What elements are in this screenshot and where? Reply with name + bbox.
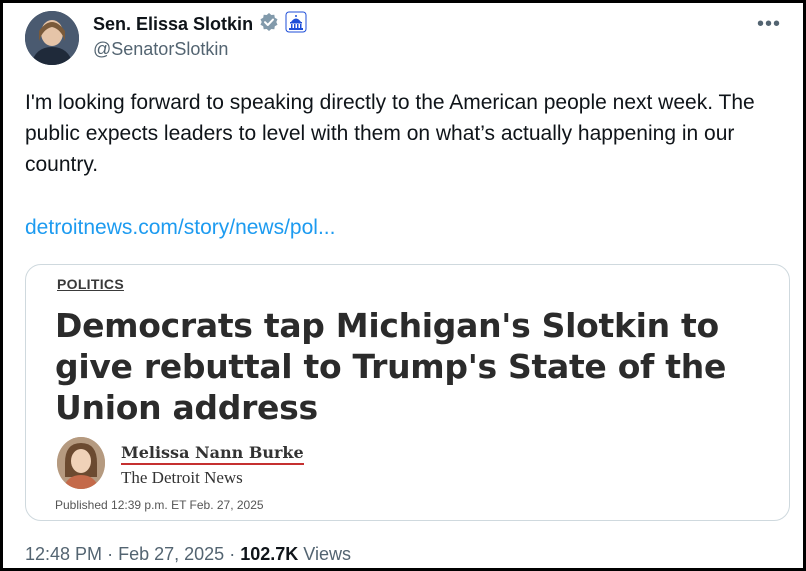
tweet-card: Sen. Elissa Slotkin @SenatorSlotkin ••• …	[0, 0, 806, 571]
views-count[interactable]: 102.7K	[240, 544, 298, 564]
tweet-meta: 12:48 PM · Feb 27, 2025 · 102.7K Views	[25, 544, 351, 565]
tweet-link[interactable]: detroitnews.com/story/news/pol...	[25, 216, 335, 240]
article-author-avatar	[57, 437, 105, 489]
link-preview-card[interactable]: POLITICS Democrats tap Michigan's Slotki…	[25, 264, 790, 521]
display-name[interactable]: Sen. Elissa Slotkin	[93, 14, 253, 35]
section-label: POLITICS	[57, 276, 124, 292]
tweet-date[interactable]: Feb 27, 2025	[118, 544, 224, 564]
meta-separator: ·	[107, 544, 114, 564]
views-label: Views	[303, 544, 351, 564]
meta-separator: ·	[229, 544, 236, 564]
article-published: Published 12:39 p.m. ET Feb. 27, 2025	[55, 498, 264, 512]
author-avatar[interactable]	[25, 11, 79, 65]
article-outlet: The Detroit News	[121, 468, 243, 487]
article-author-name: Melissa Nann Burke	[121, 443, 304, 465]
more-icon[interactable]: •••	[757, 13, 781, 36]
tweet-text: I'm looking forward to speaking directly…	[25, 91, 755, 176]
capitol-icon	[285, 11, 307, 38]
author-name-row: Sen. Elissa Slotkin	[93, 11, 307, 38]
article-headline: Democrats tap Michigan's Slotkin to give…	[55, 306, 727, 427]
tweet-time[interactable]: 12:48 PM	[25, 544, 102, 564]
verified-badge-icon	[259, 12, 279, 37]
author-handle[interactable]: @SenatorSlotkin	[93, 39, 228, 60]
